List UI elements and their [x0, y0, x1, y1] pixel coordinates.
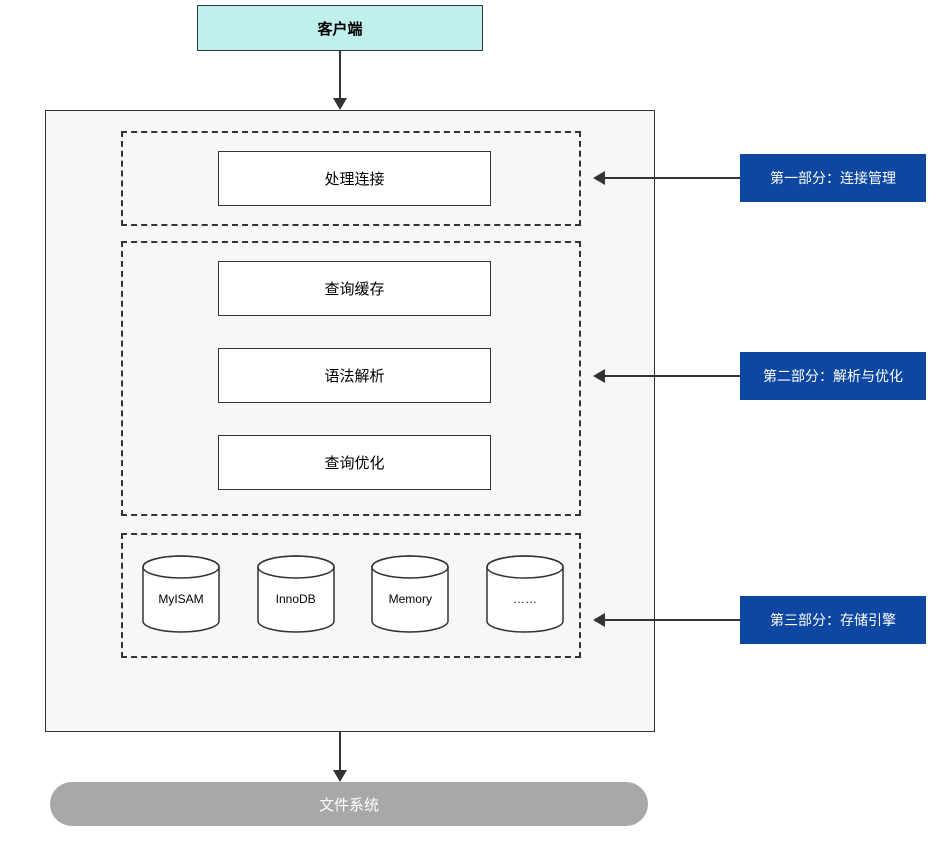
- engine-label: Memory: [389, 592, 432, 606]
- arrowhead-down-icon: [333, 770, 347, 782]
- engine-memory: Memory: [370, 555, 450, 633]
- client-label: 客户端: [317, 18, 362, 39]
- box-syntax-parse: 语法解析: [218, 348, 491, 403]
- engine-more: ……: [485, 555, 565, 633]
- annotation-parse-optimize: 第二部分：解析与优化: [740, 352, 926, 400]
- box-query-optimize: 查询优化: [218, 435, 491, 490]
- arrow-main-to-fs: [339, 732, 341, 772]
- section-connection: 处理连接: [121, 131, 581, 226]
- box-handle-connection: 处理连接: [218, 151, 491, 206]
- section-parse-optimize: 查询缓存 语法解析 查询优化: [121, 241, 581, 516]
- arrow-ann2: [593, 375, 740, 377]
- engine-myisam: MyISAM: [141, 555, 221, 633]
- arrowhead-left-icon: [593, 369, 605, 383]
- arrow-ann1: [593, 177, 740, 179]
- annotation-label: 第二部分：解析与优化: [763, 366, 903, 386]
- main-container: 处理连接 查询缓存 语法解析 查询优化 MyISAM: [45, 110, 655, 732]
- section-storage-engine: MyISAM InnoDB Memory: [121, 533, 581, 658]
- annotation-label: 第一部分：连接管理: [770, 168, 896, 188]
- client-box: 客户端: [197, 5, 483, 51]
- box-query-cache: 查询缓存: [218, 261, 491, 316]
- arrowhead-down-icon: [333, 98, 347, 110]
- handle-connection-label: 处理连接: [324, 168, 384, 189]
- annotation-label: 第三部分：存储引擎: [770, 610, 896, 630]
- annotation-storage-engine: 第三部分：存储引擎: [740, 596, 926, 644]
- filesystem-box: 文件系统: [50, 782, 648, 826]
- syntax-parse-label: 语法解析: [324, 365, 384, 386]
- annotation-connection: 第一部分：连接管理: [740, 154, 926, 202]
- arrowhead-left-icon: [593, 613, 605, 627]
- engine-label: InnoDB: [276, 592, 316, 606]
- query-cache-label: 查询缓存: [324, 278, 384, 299]
- query-optimize-label: 查询优化: [324, 452, 384, 473]
- engine-label: MyISAM: [158, 592, 203, 606]
- engine-group: MyISAM InnoDB Memory: [141, 555, 565, 633]
- filesystem-label: 文件系统: [319, 794, 379, 815]
- arrow-ann3: [593, 619, 740, 621]
- engine-label: ……: [513, 592, 537, 606]
- arrowhead-left-icon: [593, 171, 605, 185]
- engine-innodb: InnoDB: [256, 555, 336, 633]
